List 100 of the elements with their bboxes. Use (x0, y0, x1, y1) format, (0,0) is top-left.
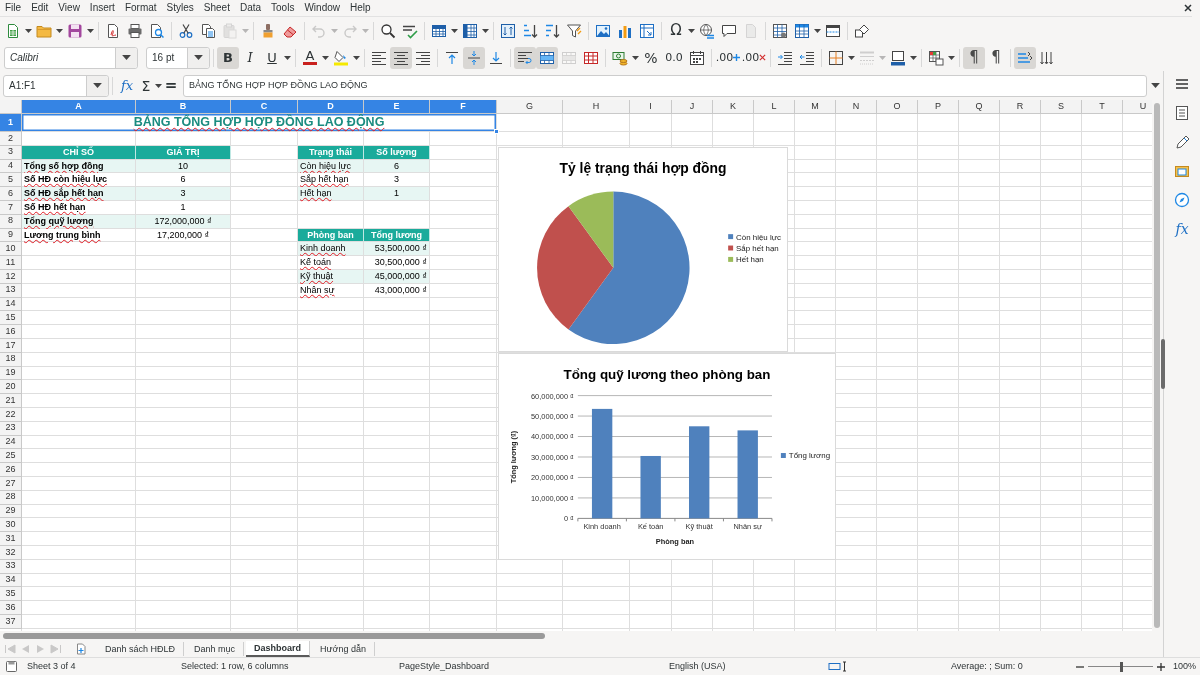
formula-button[interactable]: = (163, 74, 179, 97)
menu-item[interactable]: Help (345, 0, 376, 16)
dropdown-button[interactable] (187, 47, 209, 68)
column-header[interactable]: O (877, 100, 918, 114)
language-text[interactable]: English (USA) (669, 659, 726, 674)
menu-item[interactable]: Sheet (198, 0, 235, 16)
column-header[interactable]: F (430, 100, 497, 114)
dropdown-button[interactable] (86, 75, 108, 96)
add-decimal-button[interactable]: .00 (715, 46, 741, 69)
sum-text[interactable]: Average: ; Sum: 0 (951, 659, 1023, 674)
left-to-right-button[interactable]: ¶ (963, 46, 985, 69)
merge-center-button[interactable] (536, 46, 558, 69)
dropdown-arrow-icon[interactable] (482, 28, 489, 33)
menu-item[interactable]: File (0, 0, 27, 16)
column-header[interactable]: A (22, 100, 136, 114)
column-header[interactable]: S (1041, 100, 1082, 114)
dropdown-arrow-icon[interactable] (353, 55, 360, 60)
menu-item[interactable]: Format (119, 0, 162, 16)
row-header[interactable]: 35 (0, 587, 22, 602)
sheet-tab[interactable]: Dashboard (246, 641, 311, 657)
gallery-icon[interactable] (1174, 163, 1190, 179)
column-header[interactable]: U (1123, 100, 1152, 114)
dropdown-arrow-icon[interactable] (25, 28, 32, 33)
styles-icon[interactable] (1174, 134, 1190, 150)
dropdown-button[interactable] (115, 47, 137, 68)
column-header[interactable]: C (231, 100, 298, 114)
delete-decimal-button[interactable]: .00 (741, 46, 767, 69)
column-header[interactable]: T (1082, 100, 1123, 114)
column-header[interactable]: N (836, 100, 877, 114)
font-color-button[interactable]: A (299, 46, 321, 69)
scrollbar-thumb[interactable] (3, 633, 545, 639)
dropdown-arrow-icon[interactable] (632, 55, 639, 60)
italic-button[interactable]: I (239, 46, 261, 69)
dropdown-arrow-icon[interactable] (155, 83, 162, 88)
column-header[interactable]: H (563, 100, 630, 114)
row-header[interactable]: 25 (0, 449, 22, 464)
row-header[interactable]: 36 (0, 601, 22, 615)
sum-button[interactable]: Σ (138, 74, 154, 97)
selection-mode-icon[interactable] (828, 661, 847, 672)
align-center-button[interactable] (390, 46, 412, 69)
row-header[interactable]: 1 (0, 114, 22, 132)
close-icon[interactable] (1184, 4, 1192, 12)
row-header[interactable]: 5 (0, 173, 22, 188)
row-header[interactable]: 15 (0, 311, 22, 326)
dropdown-arrow-icon[interactable] (848, 55, 855, 60)
font-name-field[interactable]: Calibri (4, 46, 138, 69)
menu-item[interactable]: Data (234, 0, 267, 16)
special-character-button[interactable]: Ω (665, 19, 687, 42)
column-header[interactable]: R (1000, 100, 1041, 114)
row-header[interactable]: 10 (0, 242, 22, 257)
menu-item[interactable]: Tools (266, 0, 300, 16)
functions-button[interactable]: fx (1175, 221, 1189, 237)
column-header[interactable]: G (497, 100, 563, 114)
row-header[interactable]: 26 (0, 463, 22, 477)
menu-item[interactable]: Insert (84, 0, 120, 16)
dropdown-arrow-icon[interactable] (322, 55, 329, 60)
sheet-tab[interactable]: Hướng dẫn (312, 642, 376, 656)
sheet-tab[interactable]: Danh sách HĐLĐ (97, 642, 185, 656)
page-style-text[interactable]: PageStyle_Dashboard (399, 659, 490, 674)
dropdown-arrow-icon[interactable] (451, 28, 458, 33)
navigator-icon[interactable] (1174, 192, 1190, 208)
properties-icon[interactable] (1174, 105, 1190, 121)
row-header[interactable]: 31 (0, 532, 22, 546)
function-wizard-button[interactable]: fx (116, 74, 138, 97)
zoom-level-text[interactable]: 100% (1173, 659, 1197, 674)
menu-item[interactable]: Edit (26, 0, 54, 16)
column-header[interactable]: J (672, 100, 713, 114)
dropdown-arrow-icon[interactable] (688, 28, 695, 33)
sheet-tab[interactable]: Danh mục (186, 642, 245, 656)
fill-handle-icon[interactable] (494, 129, 499, 134)
row-header[interactable]: 2 (0, 132, 22, 146)
row-header[interactable]: 20 (0, 380, 22, 395)
column-header[interactable]: B (136, 100, 231, 114)
column-header[interactable]: Q (959, 100, 1000, 114)
number-format-button[interactable]: 0.0 (662, 46, 686, 69)
column-header[interactable]: K (713, 100, 754, 114)
zoom-in-icon[interactable] (1157, 662, 1165, 671)
row-header[interactable]: 30 (0, 518, 22, 533)
font-size-field[interactable]: 16 pt (146, 46, 210, 69)
dropdown-arrow-icon[interactable] (948, 55, 955, 60)
row-header[interactable]: 11 (0, 256, 22, 270)
name-box-field[interactable]: A1:F1 (3, 74, 109, 97)
dropdown-arrow-icon[interactable] (87, 28, 94, 33)
row-header[interactable]: 16 (0, 325, 22, 339)
column-header[interactable]: M (795, 100, 836, 114)
column-header[interactable]: I (630, 100, 672, 114)
dropdown-arrow-icon[interactable] (284, 55, 291, 60)
sidebar-handle[interactable] (1161, 339, 1165, 389)
right-to-left-button[interactable]: ¶ (985, 46, 1007, 69)
zoom-slider-thumb[interactable] (1119, 661, 1123, 672)
dropdown-arrow-icon[interactable] (1151, 83, 1160, 88)
dropdown-arrow-icon[interactable] (814, 28, 821, 33)
column-header[interactable]: D (298, 100, 364, 114)
formula-input-field[interactable]: BẢNG TỔNG HỢP HỢP ĐỒNG LAO ĐỘNG (183, 74, 1147, 97)
menu-item[interactable]: Window (299, 0, 345, 16)
menu-item[interactable]: View (53, 0, 85, 16)
column-header[interactable]: E (364, 100, 430, 114)
column-header[interactable]: L (754, 100, 795, 114)
row-header[interactable]: 21 (0, 394, 22, 408)
wrap-text-button[interactable] (514, 46, 536, 69)
